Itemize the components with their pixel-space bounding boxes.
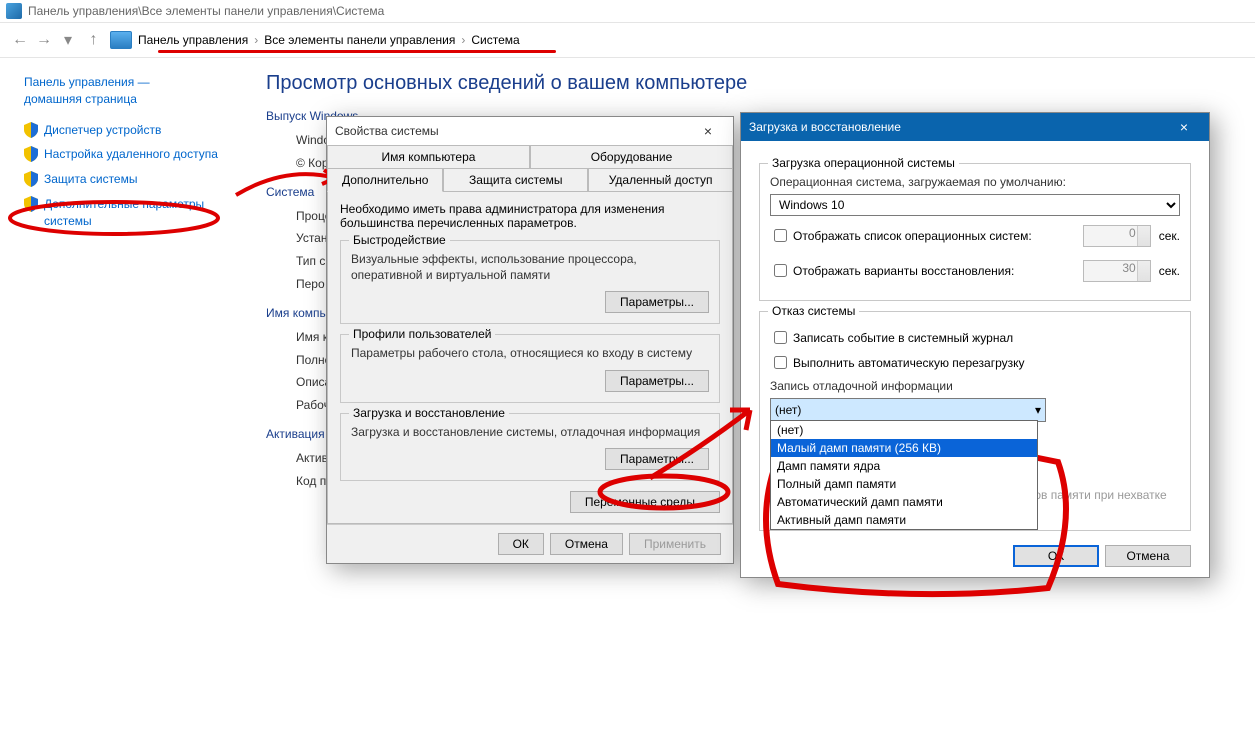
startup-params-button[interactable]: Параметры...: [605, 448, 709, 470]
dump-type-dropdown-list[interactable]: (нет) Малый дамп памяти (256 КВ) Дамп па…: [770, 420, 1038, 530]
dropdown-option[interactable]: Дамп памяти ядра: [771, 457, 1037, 475]
dropdown-option[interactable]: Автоматический дамп памяти: [771, 493, 1037, 511]
seconds-label: сек.: [1159, 229, 1180, 243]
sidebar-item-device-manager[interactable]: Диспетчер устройств: [24, 122, 244, 139]
group-startup: Загрузка и восстановление Загрузка и вос…: [340, 413, 720, 481]
select-value: (нет): [775, 403, 801, 417]
checkbox-label: Отображать список операционных систем:: [793, 229, 1032, 243]
group-title: Загрузка и восстановление: [349, 406, 509, 420]
dropdown-option[interactable]: (нет): [771, 421, 1037, 439]
shield-icon: [24, 146, 38, 162]
chevron-down-icon: ▾: [1035, 403, 1041, 417]
dialog-title: Загрузка и восстановление: [749, 120, 901, 134]
page-title: Просмотр основных сведений о вашем компь…: [266, 72, 1235, 95]
tab-strip-2: Дополнительно Защита системы Удаленный д…: [327, 169, 733, 192]
sidebar-item-advanced[interactable]: Дополнительные параметры системы: [24, 196, 244, 230]
tab-strip: Имя компьютера Оборудование: [327, 145, 733, 169]
dropdown-option[interactable]: Активный дамп памяти: [771, 511, 1037, 529]
tab-remote[interactable]: Удаленный доступ: [588, 168, 733, 192]
default-os-label: Операционная система, загружаемая по умо…: [770, 174, 1180, 190]
tab-protection[interactable]: Защита системы: [443, 168, 588, 192]
chevron-right-icon: ›: [461, 33, 465, 47]
annotation-underline: [158, 50, 556, 53]
admin-note: Необходимо иметь права администратора дл…: [340, 202, 720, 230]
back-arrow-icon[interactable]: ←: [8, 28, 32, 52]
chevron-right-icon: ›: [254, 33, 258, 47]
recovery-seconds-spinner[interactable]: 30: [1083, 260, 1151, 282]
auto-restart-checkbox[interactable]: Выполнить автоматическую перезагрузку: [770, 353, 1180, 372]
shield-icon: [24, 122, 38, 138]
sidebar-item-remote[interactable]: Настройка удаленного доступа: [24, 146, 244, 163]
tab-hardware[interactable]: Оборудование: [530, 145, 733, 169]
group-performance: Быстродействие Визуальные эффекты, испол…: [340, 240, 720, 324]
os-list-seconds-spinner[interactable]: 0: [1083, 225, 1151, 247]
perf-params-button[interactable]: Параметры...: [605, 291, 709, 313]
sidebar-link-label: Дополнительные параметры системы: [44, 196, 244, 230]
checkbox-input[interactable]: [774, 331, 787, 344]
tab-advanced[interactable]: Дополнительно: [327, 168, 443, 192]
group-title: Отказ системы: [768, 304, 859, 318]
close-icon[interactable]: ×: [691, 120, 725, 142]
breadcrumb-item[interactable]: Система: [471, 33, 519, 47]
group-text: Загрузка и восстановление системы, отлад…: [351, 424, 709, 440]
forward-arrow-icon[interactable]: →: [32, 28, 56, 52]
default-os-select[interactable]: Windows 10: [770, 194, 1180, 216]
cancel-button[interactable]: Отмена: [550, 533, 623, 555]
shield-icon: [24, 196, 38, 212]
checkbox-input[interactable]: [774, 264, 787, 277]
group-failure: Отказ системы Записать событие в системн…: [759, 311, 1191, 531]
sidebar-home-line1: Панель управления —: [24, 75, 150, 89]
shield-icon: [24, 171, 38, 187]
group-title: Профили пользователей: [349, 327, 495, 341]
dialog-titlebar[interactable]: Загрузка и восстановление ×: [741, 113, 1209, 141]
group-profiles: Профили пользователей Параметры рабочего…: [340, 334, 720, 402]
profiles-params-button[interactable]: Параметры...: [605, 370, 709, 392]
group-boot: Загрузка операционной системы Операционн…: [759, 163, 1191, 301]
group-text: Визуальные эффекты, использование процес…: [351, 251, 709, 283]
sidebar-link-label: Диспетчер устройств: [44, 122, 161, 139]
monitor-icon: [110, 31, 132, 49]
dialog-title: Свойства системы: [335, 124, 439, 138]
window-titlebar: Панель управления\Все элементы панели уп…: [0, 0, 1255, 23]
group-text: Параметры рабочего стола, относящиеся ко…: [351, 345, 709, 361]
window-title: Панель управления\Все элементы панели уп…: [28, 4, 384, 18]
sidebar-item-protection[interactable]: Защита системы: [24, 171, 244, 188]
ok-button[interactable]: ОК: [498, 533, 544, 555]
env-vars-button[interactable]: Переменные среды...: [570, 491, 720, 513]
tab-computer-name[interactable]: Имя компьютера: [327, 145, 530, 169]
group-title: Загрузка операционной системы: [768, 156, 959, 170]
startup-recovery-dialog: Загрузка и восстановление × Загрузка опе…: [740, 112, 1210, 578]
apply-button[interactable]: Применить: [629, 533, 721, 555]
breadcrumb-item[interactable]: Панель управления: [138, 33, 248, 47]
show-os-list-checkbox[interactable]: Отображать список операционных систем:: [770, 226, 1075, 245]
seconds-label: сек.: [1159, 264, 1180, 278]
ok-button[interactable]: ОК: [1013, 545, 1099, 567]
checkbox-input[interactable]: [774, 356, 787, 369]
dump-label: Запись отладочной информации: [770, 378, 1180, 394]
show-recovery-checkbox[interactable]: Отображать варианты восстановления:: [770, 261, 1075, 280]
group-title: Быстродействие: [349, 233, 450, 247]
sidebar-home-line2: домашняя страница: [24, 92, 137, 106]
checkbox-input[interactable]: [774, 229, 787, 242]
dropdown-option[interactable]: Полный дамп памяти: [771, 475, 1037, 493]
up-arrow-icon[interactable]: →: [80, 28, 104, 52]
dropdown-option[interactable]: Малый дамп памяти (256 КВ): [771, 439, 1037, 457]
system-properties-dialog: Свойства системы × Имя компьютера Оборуд…: [326, 116, 734, 564]
breadcrumb-item[interactable]: Все элементы панели управления: [264, 33, 455, 47]
cancel-button[interactable]: Отмена: [1105, 545, 1191, 567]
close-icon[interactable]: ×: [1167, 116, 1201, 138]
checkbox-label: Выполнить автоматическую перезагрузку: [793, 356, 1025, 370]
sidebar: Панель управления — домашняя страница Ди…: [0, 58, 256, 737]
dialog-titlebar[interactable]: Свойства системы ×: [327, 117, 733, 145]
write-event-checkbox[interactable]: Записать событие в системный журнал: [770, 328, 1180, 347]
dialog-footer: ОК Отмена Применить: [327, 524, 733, 563]
sidebar-home-link[interactable]: Панель управления — домашняя страница: [24, 74, 244, 108]
sidebar-link-label: Защита системы: [44, 171, 137, 188]
checkbox-label: Отображать варианты восстановления:: [793, 264, 1014, 278]
sidebar-link-label: Настройка удаленного доступа: [44, 146, 218, 163]
dump-type-select[interactable]: (нет) ▾: [770, 398, 1046, 422]
system-icon: [6, 3, 22, 19]
dropdown-history-icon[interactable]: ▾: [56, 28, 80, 52]
checkbox-label: Записать событие в системный журнал: [793, 331, 1013, 345]
